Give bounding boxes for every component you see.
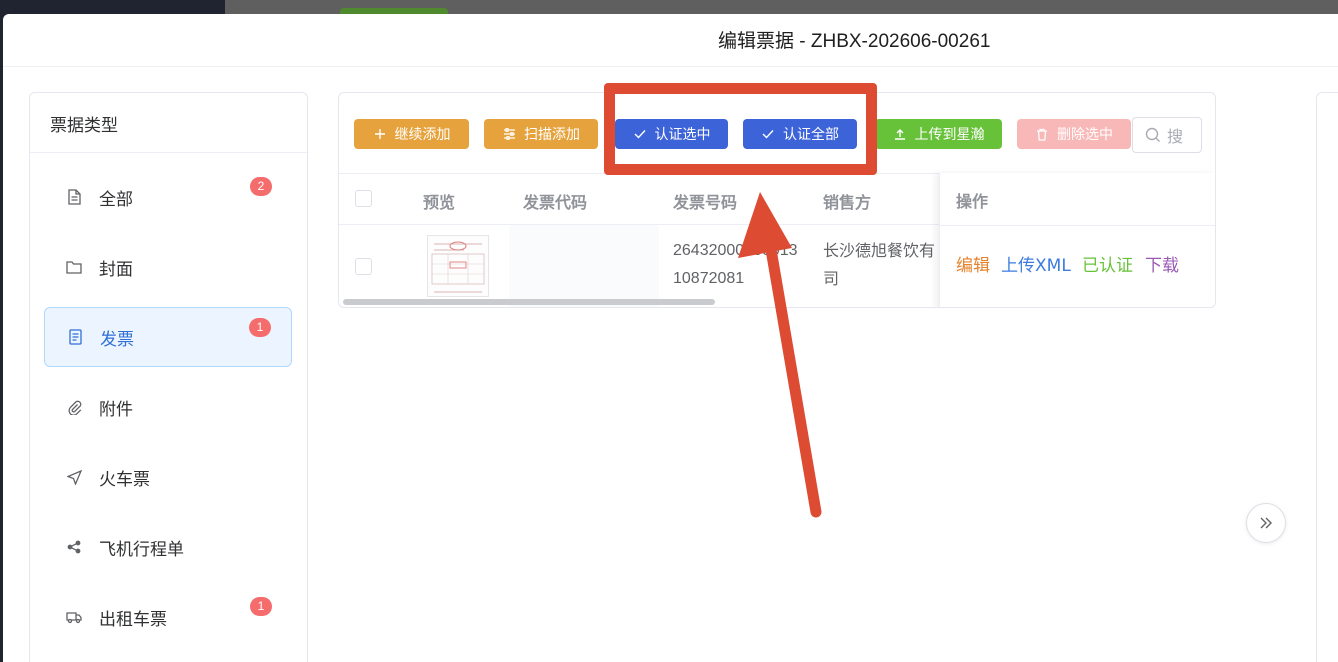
continue-add-label: 继续添加 xyxy=(394,127,451,143)
invoice-number-line1: 26432000000013 xyxy=(673,242,798,259)
check-icon xyxy=(633,127,647,141)
sliders-icon xyxy=(502,127,516,141)
verify-all-label: 认证全部 xyxy=(783,127,839,143)
sidebar-item-flight-itinerary[interactable]: 飞机行程单 xyxy=(44,517,292,577)
expand-panel-button[interactable] xyxy=(1246,503,1286,543)
invoice-preview-image xyxy=(428,236,488,296)
sidebar-item-all[interactable]: 全部 2 xyxy=(44,167,292,227)
count-badge: 1 xyxy=(250,597,272,616)
verify-all-button[interactable]: 认证全部 xyxy=(743,119,857,149)
count-badge: 2 xyxy=(250,177,272,196)
horizontal-scrollbar[interactable] xyxy=(343,299,715,305)
continue-add-button[interactable]: 继续添加 xyxy=(354,119,469,149)
upload-xml-link[interactable]: 上传XML xyxy=(1001,251,1071,276)
invoice-code-cell xyxy=(509,225,659,307)
upload-to-xinghan-button[interactable]: 上传到星瀚 xyxy=(875,119,1002,149)
column-header-seller: 销售方 xyxy=(823,193,872,212)
sidebar-item-label: 发票 xyxy=(100,329,134,350)
search-placeholder: 搜 xyxy=(1167,127,1184,146)
toolbar: 继续添加 扫描添加 认证选中 认证全部 上传到星瀚 删除选中 搜 xyxy=(339,93,1215,173)
sidebar-item-attachment[interactable]: 附件 xyxy=(44,377,292,437)
select-all-checkbox[interactable] xyxy=(355,190,372,207)
share-icon xyxy=(66,539,82,555)
edit-invoice-dialog: 编辑票据 - ZHBX-202606-00261 票据类型 全部 2 封面 发票… xyxy=(3,14,1338,662)
seller-line2: 司 xyxy=(823,269,840,288)
double-chevron-right-icon xyxy=(1259,517,1273,529)
download-link[interactable]: 下载 xyxy=(1145,251,1179,276)
check-icon xyxy=(761,127,775,141)
header-divider xyxy=(940,225,1215,226)
sidebar-item-train-ticket[interactable]: 火车票 xyxy=(44,447,292,507)
plus-icon xyxy=(373,127,387,141)
upload-icon xyxy=(893,127,907,141)
right-preview-panel xyxy=(1316,92,1338,662)
seller-cell: 长沙德旭餐饮有 司 xyxy=(823,237,943,293)
sidebar-item-cover[interactable]: 封面 xyxy=(44,237,292,297)
sidebar-item-label: 火车票 xyxy=(99,469,150,490)
navigation-arrow-icon xyxy=(66,469,82,485)
column-header-invoice-code: 发票代码 xyxy=(523,193,588,212)
scan-add-button[interactable]: 扫描添加 xyxy=(484,119,598,149)
truck-icon xyxy=(66,609,82,625)
sidebar-item-invoice[interactable]: 发票 1 xyxy=(44,307,292,367)
invoice-number-line2: 10872081 xyxy=(673,270,745,287)
folder-icon xyxy=(66,259,82,275)
scan-add-label: 扫描添加 xyxy=(524,127,580,143)
invoice-table: 预览 发票代码 发票号码 销售方 26432000000013 10872081… xyxy=(339,173,1215,307)
invoice-doc-icon xyxy=(67,329,83,345)
paperclip-icon xyxy=(66,399,82,415)
sidebar-item-label: 出租车票 xyxy=(99,609,167,630)
verify-selected-button[interactable]: 认证选中 xyxy=(615,119,728,149)
sidebar-item-label: 全部 xyxy=(99,189,133,210)
count-badge: 1 xyxy=(249,318,271,337)
dialog-title: 编辑票据 - ZHBX-202606-00261 xyxy=(718,31,991,52)
dialog-header: 编辑票据 - ZHBX-202606-00261 xyxy=(3,14,1338,67)
sidebar-item-label: 封面 xyxy=(99,259,133,280)
actions-column: 操作 编辑 上传XML 已认证 下载 xyxy=(939,173,1215,307)
edit-link[interactable]: 编辑 xyxy=(956,251,990,276)
sidebar-title: 票据类型 xyxy=(30,93,307,153)
invoice-number-cell: 26432000000013 10872081 xyxy=(673,237,803,293)
upload-to-xinghan-label: 上传到星瀚 xyxy=(914,127,985,143)
invoice-list-panel: 继续添加 扫描添加 认证选中 认证全部 上传到星瀚 删除选中 搜 预览 发票代码… xyxy=(338,92,1216,308)
trash-icon xyxy=(1035,127,1049,141)
verify-selected-label: 认证选中 xyxy=(654,127,711,143)
search-input[interactable]: 搜 xyxy=(1132,117,1202,153)
delete-selected-button[interactable]: 删除选中 xyxy=(1017,119,1131,149)
sidebar-item-label: 附件 xyxy=(99,399,133,420)
sidebar-item-label: 飞机行程单 xyxy=(99,539,184,560)
row-checkbox[interactable] xyxy=(355,258,372,275)
document-icon xyxy=(66,189,82,205)
invoice-thumbnail[interactable] xyxy=(427,235,489,297)
sidebar-item-taxi-ticket[interactable]: 出租车票 1 xyxy=(44,587,292,647)
column-header-preview: 预览 xyxy=(423,193,456,212)
verified-status-link[interactable]: 已认证 xyxy=(1082,251,1133,276)
column-header-invoice-number: 发票号码 xyxy=(673,193,738,212)
delete-selected-label: 删除选中 xyxy=(1057,127,1113,143)
column-header-actions: 操作 xyxy=(956,192,989,211)
seller-line1: 长沙德旭餐饮有 xyxy=(823,241,936,260)
search-icon xyxy=(1145,127,1161,143)
invoice-type-sidebar: 票据类型 全部 2 封面 发票 1 附件 火车票 飞机行程单 出租车票 1 xyxy=(29,92,308,662)
